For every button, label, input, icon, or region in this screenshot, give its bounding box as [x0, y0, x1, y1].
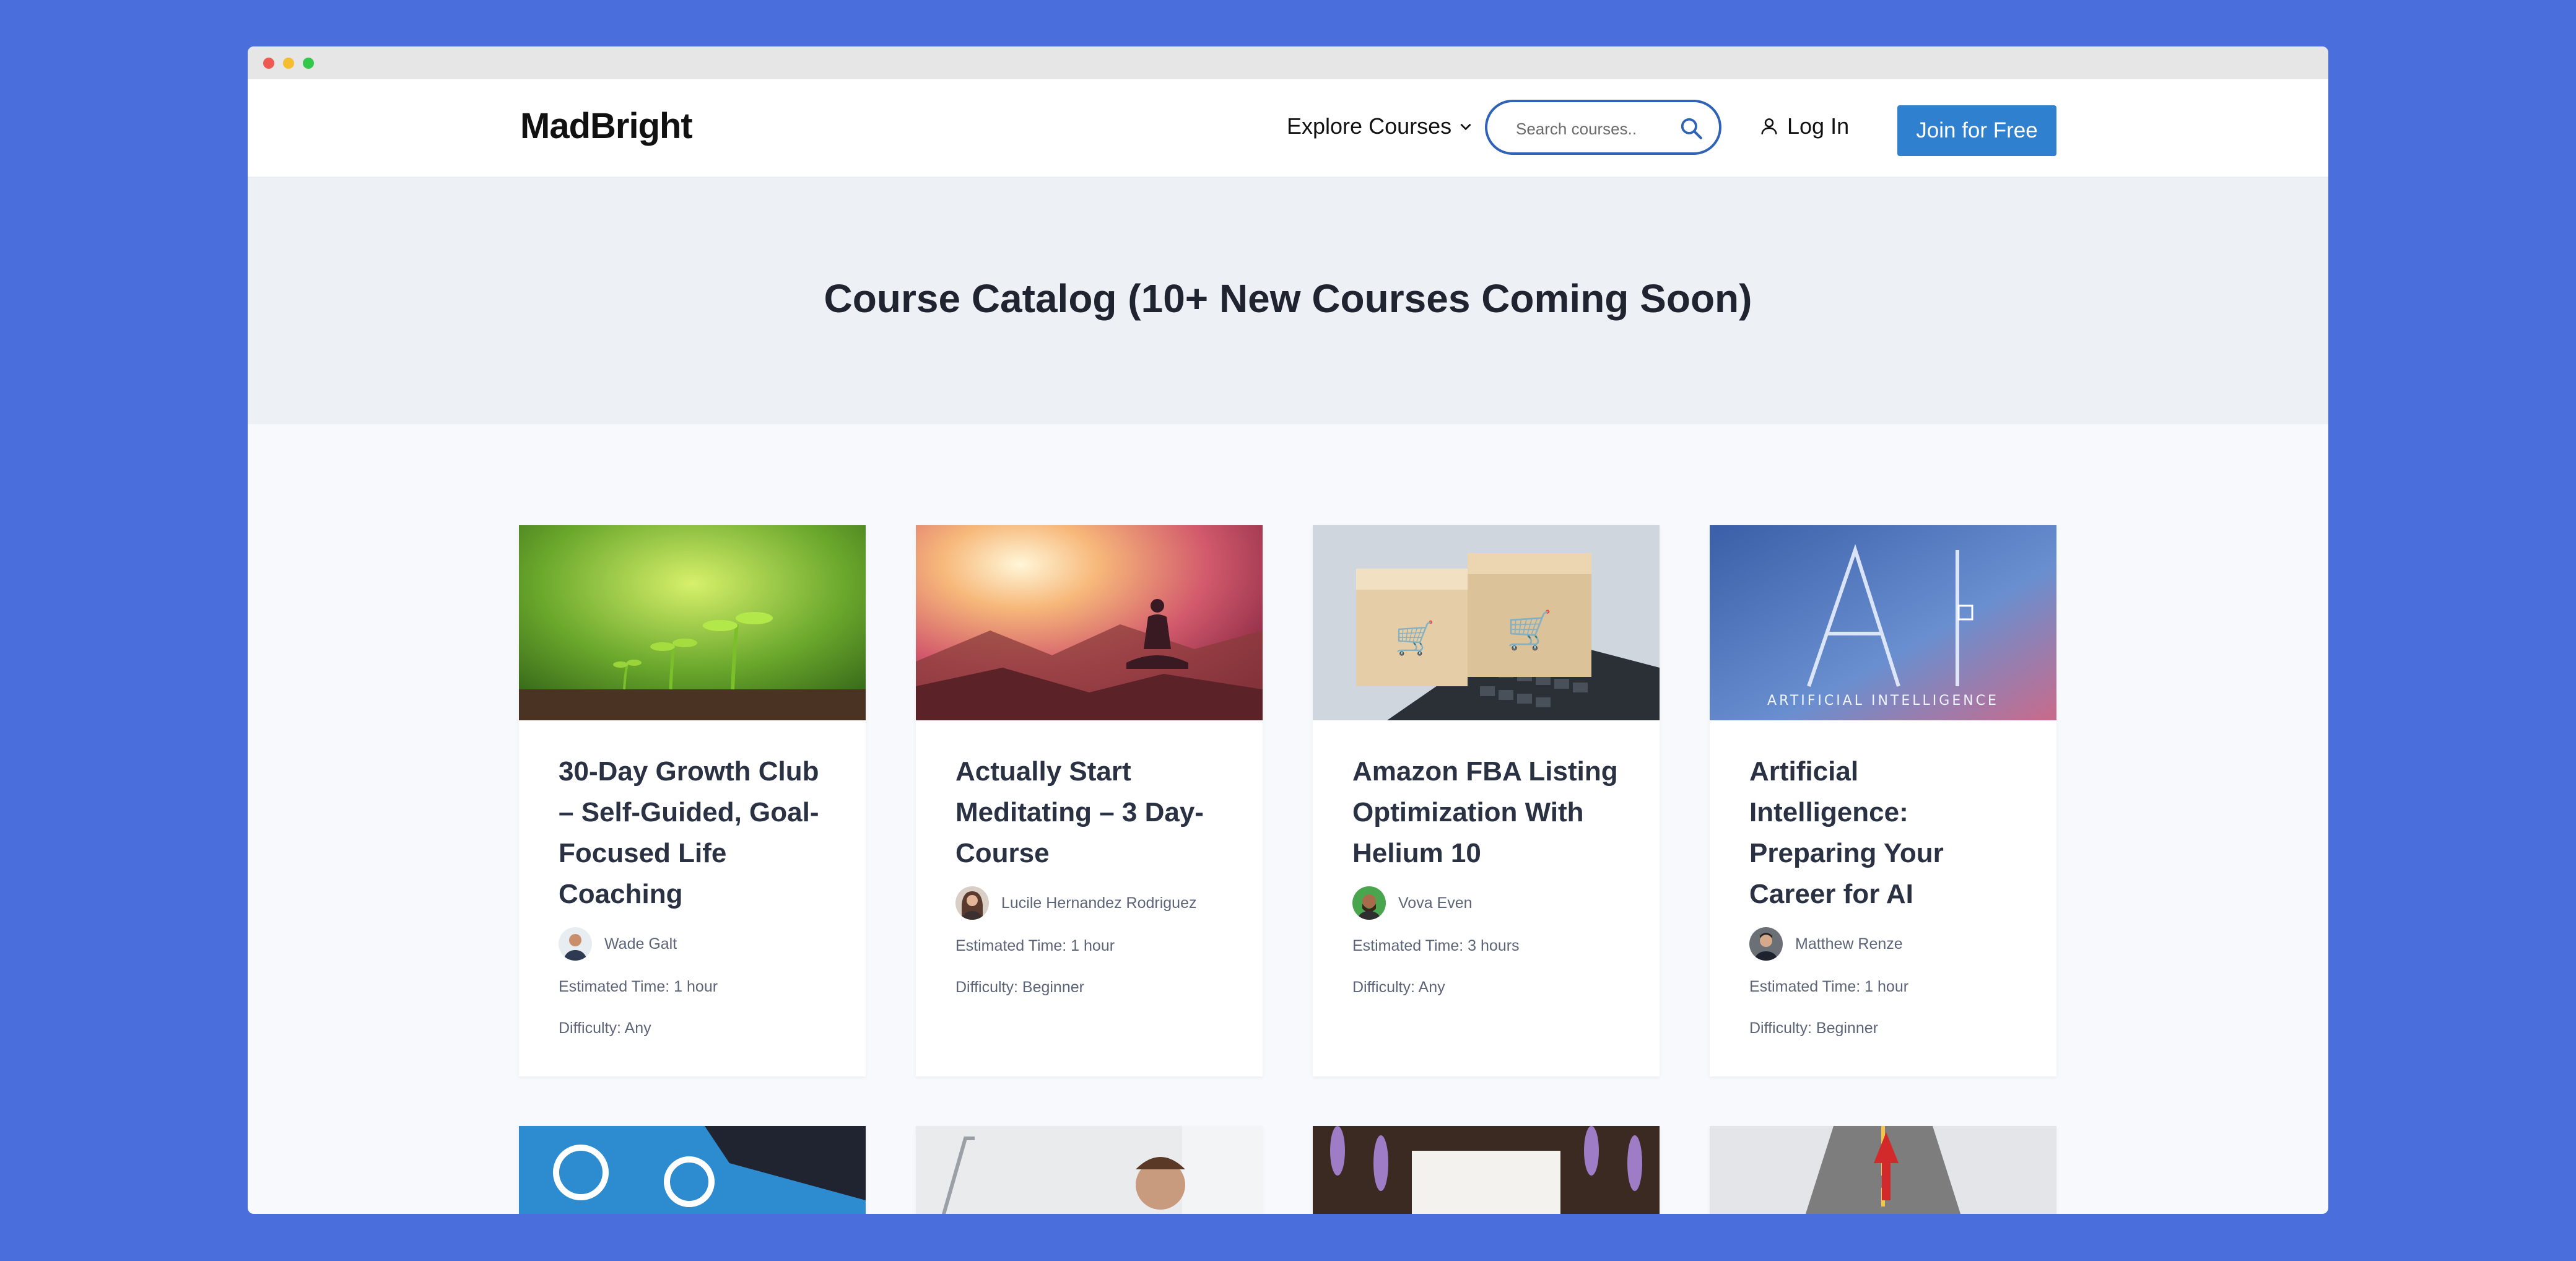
search-box: [1485, 100, 1721, 155]
course-thumbnail[interactable]: [519, 525, 866, 720]
course-thumbnail[interactable]: ARTIFICIAL INTELLIGENCE: [1710, 525, 2056, 720]
course-author: Vova Even: [1352, 886, 1620, 920]
course-card[interactable]: [1313, 1126, 1660, 1214]
search-icon[interactable]: [1679, 116, 1703, 140]
author-avatar: [1749, 927, 1783, 961]
course-thumbnail[interactable]: [1313, 1126, 1660, 1214]
course-author: Matthew Renze: [1749, 927, 2017, 961]
course-card[interactable]: [519, 1126, 866, 1214]
course-difficulty: Difficulty: Any: [559, 1019, 651, 1037]
author-avatar: [559, 927, 592, 961]
course-estimated-time: Estimated Time: 3 hours: [1352, 937, 1520, 954]
user-icon: [1761, 118, 1777, 134]
author-name: Vova Even: [1398, 894, 1473, 912]
site-header: MadBright Explore Courses Log In Join fo…: [248, 79, 2328, 177]
author-name: Matthew Renze: [1795, 935, 1903, 953]
hero-banner: Course Catalog (10+ New Courses Coming S…: [248, 177, 2328, 424]
close-window-dot[interactable]: [263, 58, 274, 69]
course-card[interactable]: Actually Start Meditating – 3 Day-Course…: [916, 525, 1263, 1076]
course-title[interactable]: 30-Day Growth Club – Self-Guided, Goal-F…: [559, 751, 826, 915]
site-logo[interactable]: MadBright: [520, 105, 693, 147]
browser-window: MadBright Explore Courses Log In Join fo…: [248, 46, 2328, 1214]
maximize-window-dot[interactable]: [303, 58, 314, 69]
course-card[interactable]: [1710, 1126, 2056, 1214]
course-difficulty: Difficulty: Beginner: [955, 979, 1084, 996]
course-difficulty: Difficulty: Any: [1352, 979, 1445, 996]
explore-courses-label: Explore Courses: [1287, 113, 1452, 139]
course-thumbnail[interactable]: 🛒 🛒: [1313, 525, 1660, 720]
login-label: Log In: [1787, 113, 1850, 139]
course-estimated-time: Estimated Time: 1 hour: [955, 937, 1115, 954]
explore-courses-menu[interactable]: Explore Courses: [1287, 113, 1474, 139]
author-avatar: [1352, 886, 1386, 920]
course-difficulty: Difficulty: Beginner: [1749, 1019, 1878, 1037]
author-name: Lucile Hernandez Rodriguez: [1001, 894, 1197, 912]
course-estimated-time: Estimated Time: 1 hour: [559, 978, 718, 995]
course-title[interactable]: Artificial Intelligence: Preparing Your …: [1749, 751, 2017, 915]
course-title[interactable]: Amazon FBA Listing Optimization With Hel…: [1352, 751, 1620, 874]
course-card[interactable]: ARTIFICIAL INTELLIGENCE Artificial Intel…: [1710, 525, 2056, 1076]
course-author: Wade Galt: [559, 927, 826, 961]
course-card[interactable]: 🛒 🛒 Amazon FBA Listing Optimization With…: [1313, 525, 1660, 1076]
course-thumbnail[interactable]: [916, 1126, 1263, 1214]
join-for-free-button[interactable]: Join for Free: [1897, 105, 2056, 156]
window-titlebar: [248, 46, 2328, 79]
course-thumbnail[interactable]: [1710, 1126, 2056, 1214]
svg-text:🛒: 🛒: [1507, 609, 1553, 652]
course-thumbnail[interactable]: [916, 525, 1263, 720]
ai-thumbnail-caption: ARTIFICIAL INTELLIGENCE: [1767, 693, 1999, 709]
course-estimated-time: Estimated Time: 1 hour: [1749, 978, 1909, 995]
course-author: Lucile Hernandez Rodriguez: [955, 886, 1223, 920]
svg-text:🛒: 🛒: [1395, 619, 1435, 657]
minimize-window-dot[interactable]: [283, 58, 294, 69]
login-link[interactable]: Log In: [1759, 113, 1849, 139]
page-title: Course Catalog (10+ New Courses Coming S…: [824, 276, 1752, 321]
chevron-down-icon: [1460, 123, 1471, 131]
course-card[interactable]: [916, 1126, 1263, 1214]
course-thumbnail[interactable]: [519, 1126, 866, 1214]
author-name: Wade Galt: [604, 935, 677, 953]
author-avatar: [955, 886, 989, 920]
course-title[interactable]: Actually Start Meditating – 3 Day-Course: [955, 751, 1223, 874]
search-input[interactable]: [1515, 116, 1678, 142]
course-card[interactable]: 30-Day Growth Club – Self-Guided, Goal-F…: [519, 525, 866, 1076]
